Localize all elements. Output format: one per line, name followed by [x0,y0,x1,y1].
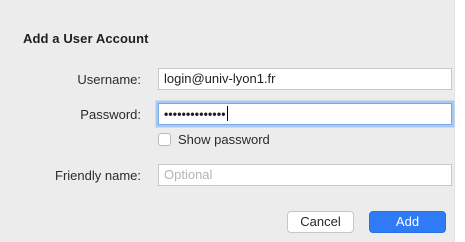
password-label: Password: [80,107,141,122]
cancel-button[interactable]: Cancel [287,211,354,233]
text-caret [226,106,228,121]
show-password-label[interactable]: Show password [178,132,270,147]
username-label: Username: [77,72,141,87]
add-button[interactable]: Add [369,211,446,233]
username-field[interactable]: login@univ-lyon1.fr [158,68,452,90]
show-password-checkbox[interactable] [158,132,171,146]
password-masked-value: •••••••••••••• [164,107,226,121]
username-value: login@univ-lyon1.fr [164,71,276,86]
dialog-title: Add a User Account [23,31,149,46]
friendly-name-field[interactable]: Optional [158,164,452,186]
friendly-name-label: Friendly name: [55,168,141,183]
add-user-account-dialog: Add a User Account Username: login@univ-… [0,0,455,242]
password-field[interactable]: •••••••••••••• [158,103,452,125]
friendly-name-placeholder: Optional [164,167,213,182]
show-password-row[interactable]: Show password [158,130,270,148]
